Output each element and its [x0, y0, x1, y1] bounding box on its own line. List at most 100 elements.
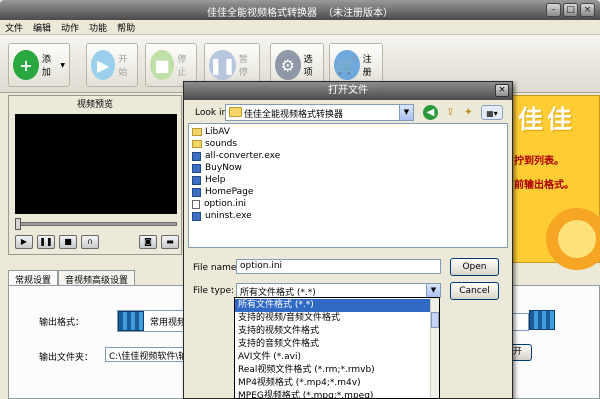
menu-action[interactable]: 动作	[56, 20, 84, 34]
folder-icon	[192, 140, 202, 148]
filename-label: File name:	[193, 263, 240, 273]
pause-label: 暂停	[238, 55, 248, 78]
file-name: BuyNow	[205, 163, 242, 173]
dropdown-option[interactable]: 支持的视频/音频文件格式	[235, 312, 431, 325]
filetype-label: File type:	[193, 286, 235, 296]
seek-slider[interactable]	[15, 222, 177, 226]
list-item[interactable]: BuyNow	[192, 162, 242, 174]
output-folder-label: 输出文件夹：	[39, 353, 94, 363]
chevron-down-icon: ▼	[60, 61, 65, 69]
exe-icon	[192, 151, 201, 161]
file-name: Help	[205, 175, 226, 185]
minimize-button[interactable]: –	[546, 3, 561, 17]
file-name: option.ini	[204, 199, 247, 209]
start-button[interactable]: ▶ 开始	[86, 43, 138, 87]
folder-icon	[229, 107, 242, 117]
view-menu-icon[interactable]: ▦▾	[481, 105, 503, 120]
play-preview-button[interactable]: ▶	[15, 235, 33, 249]
play-icon: ▶	[91, 50, 116, 80]
cart-icon: 🛒	[334, 50, 360, 80]
promo-brand: 佳佳	[518, 105, 577, 134]
file-name: uninst.exe	[205, 211, 252, 221]
app-title-wrap: 佳佳全能视频格式转换器 （未注册版本）	[0, 4, 600, 19]
maximize-button[interactable]: □	[563, 3, 578, 17]
dropdown-scrollbar[interactable]	[430, 298, 439, 398]
list-item[interactable]: Help	[192, 174, 226, 186]
open-button[interactable]: Open	[450, 258, 499, 276]
filename-input[interactable]: option.ini	[236, 259, 441, 274]
filetype-select[interactable]: 所有文件格式 (*.*) ▼	[236, 283, 441, 298]
volume-button[interactable]: ∩	[81, 235, 99, 249]
dropdown-option[interactable]: 所有文件格式 (*.*)	[235, 299, 431, 312]
dialog-close-button[interactable]: ×	[495, 84, 509, 97]
output-format-value: 常用视频	[150, 317, 187, 328]
list-item[interactable]: option.ini	[192, 198, 246, 210]
seek-slider-thumb[interactable]	[15, 218, 21, 230]
promo-line2: 前输出格式。	[514, 180, 574, 191]
dropdown-option[interactable]: Real视频文件格式 (*.rm;*.rmvb)	[235, 364, 431, 377]
app-title: 佳佳全能视频格式转换器	[207, 8, 317, 19]
register-label: 注册	[362, 55, 372, 78]
start-label: 开始	[118, 55, 128, 78]
file-list: LibAV sounds all-converter.exe BuyNow He…	[188, 123, 508, 248]
file-name: LibAV	[205, 127, 230, 137]
list-item[interactable]: uninst.exe	[192, 210, 252, 222]
scrollbar-thumb[interactable]	[431, 312, 439, 328]
list-item[interactable]: HomePage	[192, 186, 253, 198]
promo-line1: 拧到列表。	[514, 156, 564, 167]
options-label: 选项	[303, 55, 313, 78]
add-button[interactable]: + 添加 ▼	[8, 43, 70, 87]
shortcut-icon	[192, 163, 201, 173]
snapshot-button[interactable]: ◙	[139, 235, 157, 249]
menu-file[interactable]: 文件	[0, 20, 28, 34]
dialog-title: 打开文件	[184, 82, 512, 100]
list-item[interactable]: LibAV	[192, 126, 230, 138]
preview-title: 视频预览	[76, 100, 113, 110]
folder-button[interactable]: ▬	[161, 235, 179, 249]
menu-help[interactable]: 帮助	[112, 20, 140, 34]
dropdown-option[interactable]: MPEG视频格式 (*.mpg;*.mpeg)	[235, 390, 431, 398]
app-titlebar: 佳佳全能视频格式转换器 （未注册版本） – □ ×	[0, 0, 600, 20]
chevron-down-icon[interactable]: ▼	[426, 284, 440, 297]
stop-preview-button[interactable]: ■	[59, 235, 77, 249]
list-item[interactable]: sounds	[192, 138, 237, 150]
dropdown-option[interactable]: MP4视频格式 (*.mp4;*.m4v)	[235, 377, 431, 390]
ini-file-icon	[192, 199, 200, 209]
close-button[interactable]: ×	[580, 3, 595, 17]
shortcut-icon	[192, 175, 201, 185]
new-folder-icon[interactable]: ✦	[461, 105, 476, 120]
file-name: HomePage	[205, 187, 254, 197]
back-icon[interactable]: ◀	[423, 105, 438, 120]
menu-edit[interactable]: 编辑	[28, 20, 56, 34]
film-icon-right	[529, 310, 555, 330]
preview-panel: 视频预览 ▶ ❚❚ ■ ∩ ◙ ▬	[8, 95, 182, 255]
stop-label: 停止	[177, 55, 187, 78]
add-icon: +	[13, 50, 39, 80]
gear-icon: ⚙	[275, 50, 301, 80]
pause-icon: ❚❚	[209, 50, 236, 80]
folder-icon	[192, 128, 202, 136]
video-preview-screen	[15, 114, 177, 214]
add-label: 添加	[41, 55, 51, 78]
dropdown-option[interactable]: AVI文件 (*.avi)	[235, 351, 431, 364]
chevron-down-icon[interactable]: ▼	[399, 105, 413, 120]
stop-icon: ■	[150, 50, 175, 80]
menu-function[interactable]: 功能	[84, 20, 112, 34]
file-name: sounds	[205, 139, 238, 149]
cancel-button[interactable]: Cancel	[450, 282, 499, 300]
pause-preview-button[interactable]: ❚❚	[37, 235, 55, 249]
list-item[interactable]: all-converter.exe	[192, 150, 280, 162]
lookin-value: 佳佳全能视频格式转换器	[244, 110, 344, 120]
shortcut-icon	[192, 187, 201, 197]
tab-advanced[interactable]: 音视频高级设置	[58, 270, 136, 286]
dropdown-option[interactable]: 支持的音频文件格式	[235, 338, 431, 351]
lookin-combo[interactable]: 佳佳全能视频格式转换器 ▼	[225, 104, 414, 121]
promo-ring-graphic	[546, 208, 600, 270]
file-name: all-converter.exe	[205, 151, 281, 161]
output-format-label: 输出格式：	[39, 318, 85, 328]
up-folder-icon[interactable]: ⇪	[443, 105, 458, 120]
promo-banner: 佳佳 拧到列表。 前输出格式。	[505, 95, 600, 270]
dropdown-option[interactable]: 支持的视频文件格式	[235, 325, 431, 338]
film-icon	[118, 311, 144, 331]
menu-bar: 文件 编辑 动作 功能 帮助	[0, 20, 600, 35]
